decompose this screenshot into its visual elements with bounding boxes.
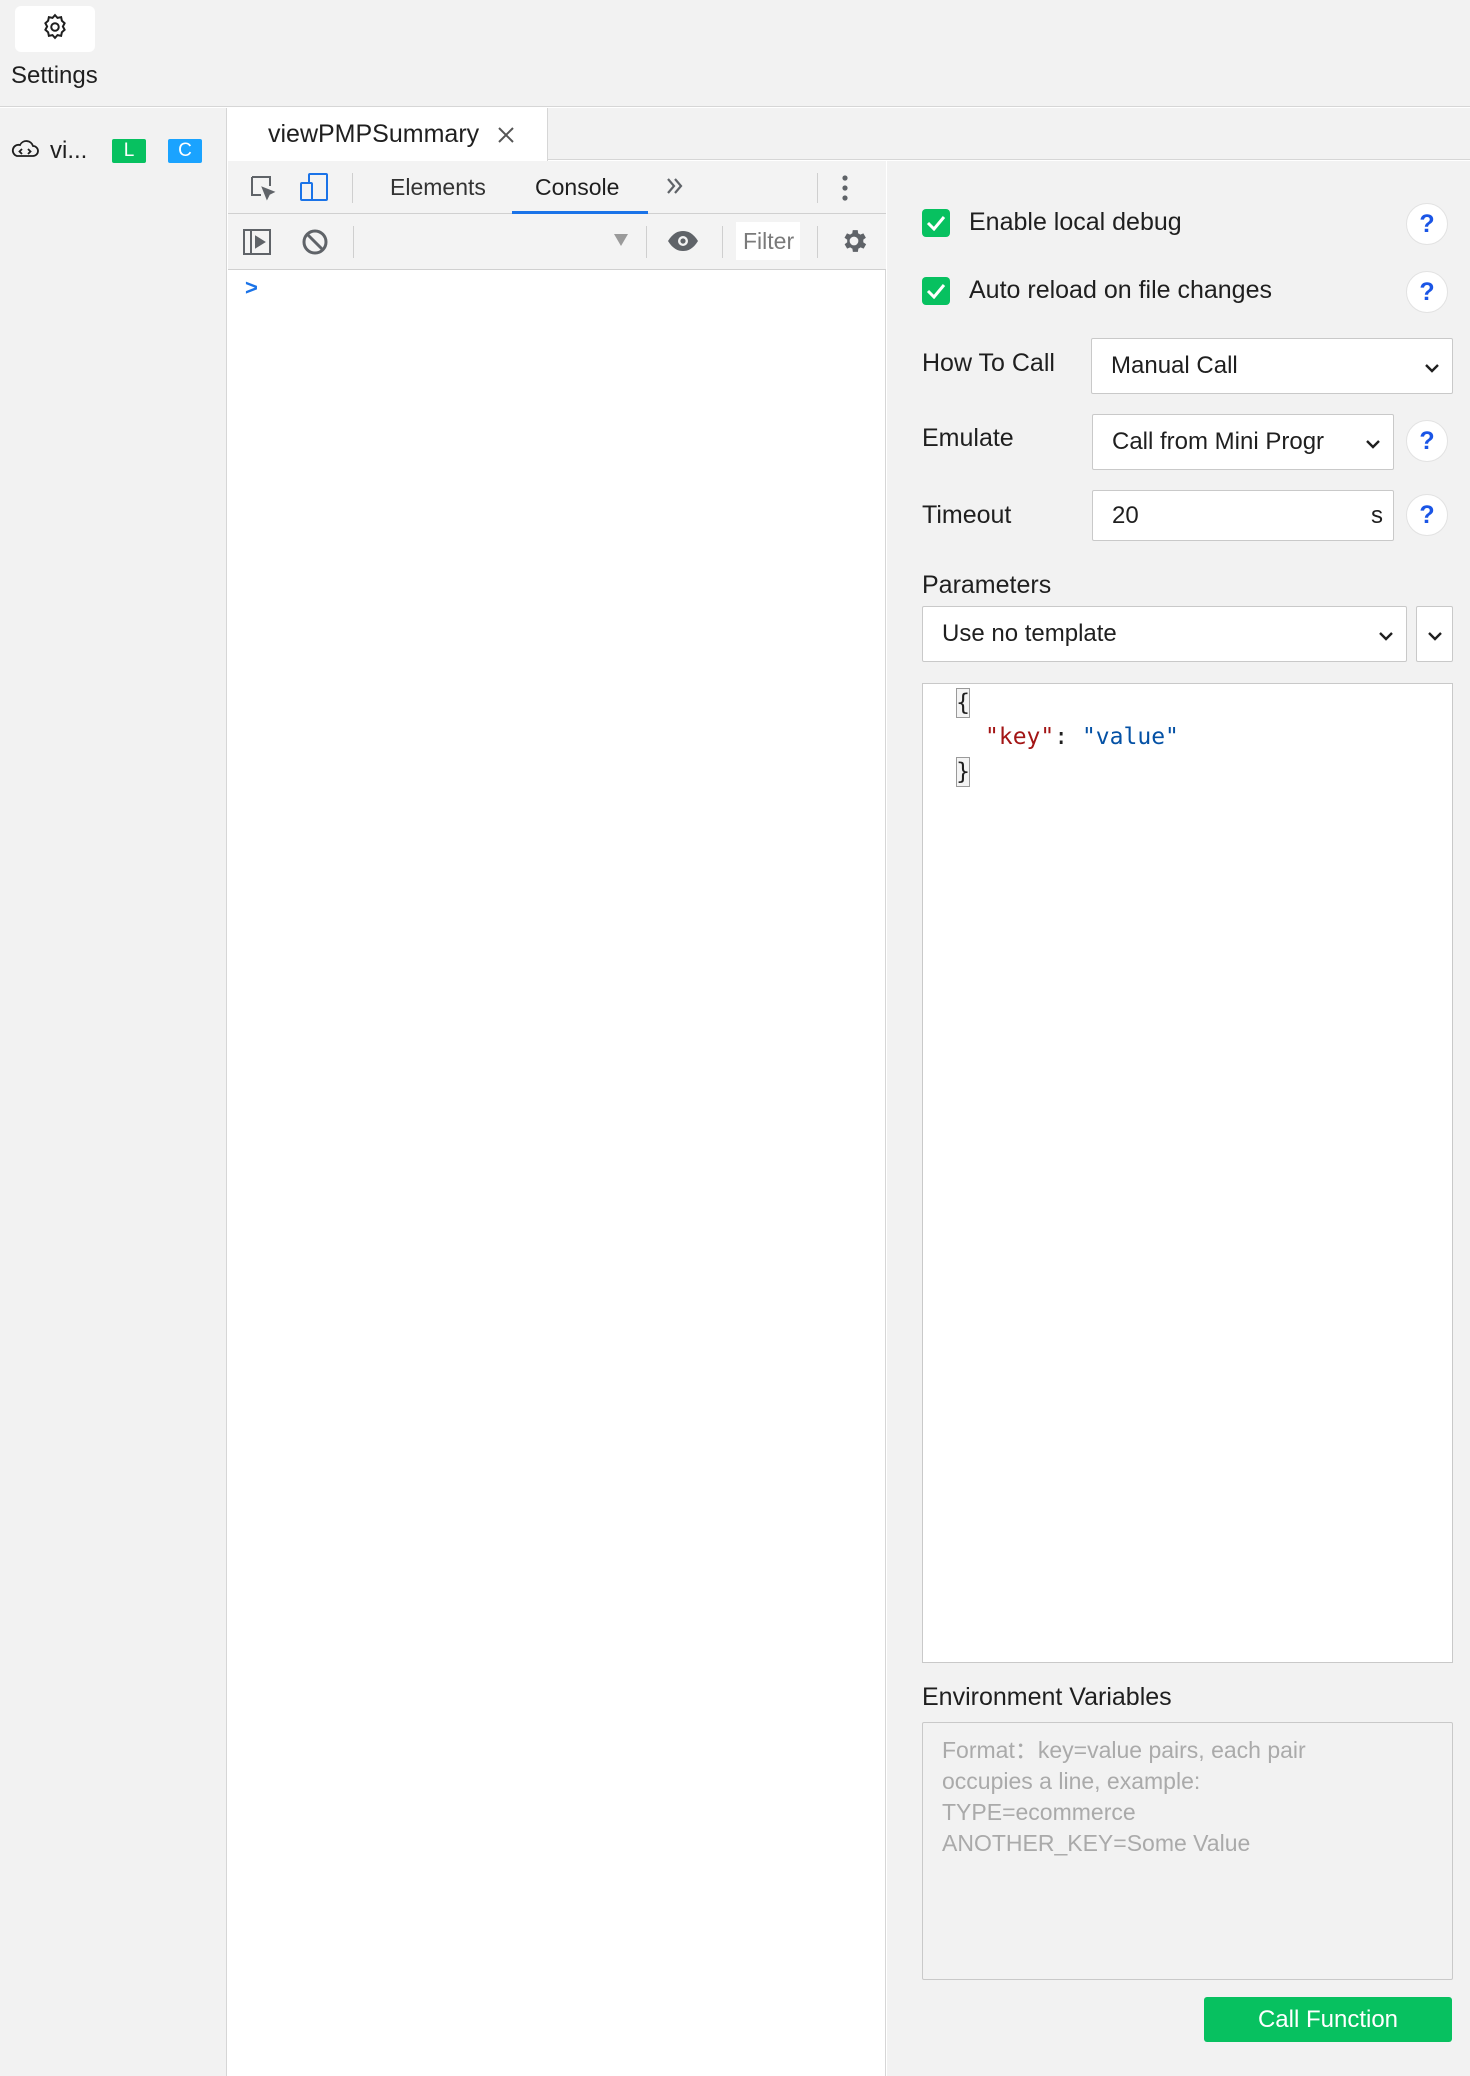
devtools-main-toolbar: Elements Console xyxy=(228,161,886,214)
code-value: "value" xyxy=(1081,724,1179,750)
kebab-menu-icon[interactable] xyxy=(841,173,849,208)
code-close-brace: } xyxy=(956,757,970,787)
console-prompt[interactable]: > xyxy=(245,275,258,301)
close-icon[interactable] xyxy=(495,124,517,146)
project-name: vi... xyxy=(50,137,88,164)
top-toolbar: Settings xyxy=(0,0,1470,107)
parameters-json-editor[interactable]: { "key": "value" } xyxy=(922,683,1453,1663)
help-icon[interactable]: ? xyxy=(1406,203,1448,245)
chevron-down-icon xyxy=(1424,352,1440,380)
parameters-label: Parameters xyxy=(922,571,1052,599)
timeout-unit: s xyxy=(1371,501,1383,529)
local-badge: L xyxy=(112,139,146,163)
settings-label[interactable]: Settings xyxy=(11,62,98,90)
chevron-down-icon xyxy=(1427,620,1443,648)
tab-viewpmpsummary[interactable]: viewPMPSummary xyxy=(228,108,548,161)
emulate-value: Call from Mini Progr xyxy=(1112,428,1325,455)
console-filter-input[interactable]: Filter xyxy=(736,222,800,260)
devtools-panel: Elements Console Filter > xyxy=(228,161,886,2076)
console-toolbar: Filter xyxy=(228,214,886,270)
context-dropdown-icon[interactable] xyxy=(613,233,629,252)
auto-reload-checkbox[interactable] xyxy=(922,277,950,305)
clear-console-icon[interactable] xyxy=(301,228,329,261)
cloud-function-icon xyxy=(10,138,40,165)
template-select[interactable]: Use no template xyxy=(922,606,1407,662)
project-item[interactable]: vi... L C xyxy=(10,136,202,166)
code-colon: : xyxy=(1054,724,1082,750)
env-vars-label: Environment Variables xyxy=(922,1683,1172,1711)
cloud-badge: C xyxy=(168,139,202,163)
sidebar: vi... L C xyxy=(0,108,227,2076)
how-to-call-select[interactable]: Manual Call xyxy=(1091,338,1453,394)
template-value: Use no template xyxy=(942,620,1117,647)
code-key: "key" xyxy=(985,724,1055,750)
call-function-button[interactable]: Call Function xyxy=(1204,1997,1452,2042)
editor-tab-strip: viewPMPSummary xyxy=(228,108,1470,161)
enable-local-debug-checkbox[interactable] xyxy=(922,209,950,237)
sidebar-toggle-icon[interactable] xyxy=(242,228,272,261)
auto-reload-label[interactable]: Auto reload on file changes xyxy=(969,276,1272,305)
device-toolbar-icon[interactable] xyxy=(298,171,330,208)
help-icon[interactable]: ? xyxy=(1406,420,1448,462)
how-to-call-label: How To Call xyxy=(922,349,1055,377)
timeout-value: 20 xyxy=(1112,501,1139,529)
tab-console[interactable]: Console xyxy=(535,174,619,201)
live-expression-eye-icon[interactable] xyxy=(667,230,699,257)
help-icon[interactable]: ? xyxy=(1406,494,1448,536)
gear-icon xyxy=(40,12,70,47)
enable-local-debug-label[interactable]: Enable local debug xyxy=(969,208,1182,237)
console-settings-gear-icon[interactable] xyxy=(839,226,869,261)
tab-elements[interactable]: Elements xyxy=(390,174,486,201)
emulate-label: Emulate xyxy=(922,424,1014,452)
emulate-select[interactable]: Call from Mini Progr xyxy=(1092,414,1394,470)
env-vars-textarea[interactable]: Format：key=value pairs, each pair occupi… xyxy=(922,1722,1453,1980)
code-open-brace: { xyxy=(956,688,970,718)
how-to-call-value: Manual Call xyxy=(1111,352,1238,379)
template-menu-button[interactable] xyxy=(1416,606,1453,662)
tab-title: viewPMPSummary xyxy=(268,120,480,148)
cloud-debug-panel: Enable local debug ? Auto reload on file… xyxy=(887,161,1470,2076)
code-line: "key": "value" xyxy=(985,724,1179,750)
chevron-down-icon xyxy=(1365,428,1381,456)
timeout-input[interactable]: 20 s xyxy=(1092,490,1394,541)
inspect-element-icon[interactable] xyxy=(248,173,278,208)
timeout-label: Timeout xyxy=(922,501,1012,529)
settings-button[interactable] xyxy=(15,6,95,52)
help-icon[interactable]: ? xyxy=(1406,271,1448,313)
more-tabs-icon[interactable] xyxy=(664,175,686,202)
chevron-down-icon xyxy=(1378,620,1394,648)
